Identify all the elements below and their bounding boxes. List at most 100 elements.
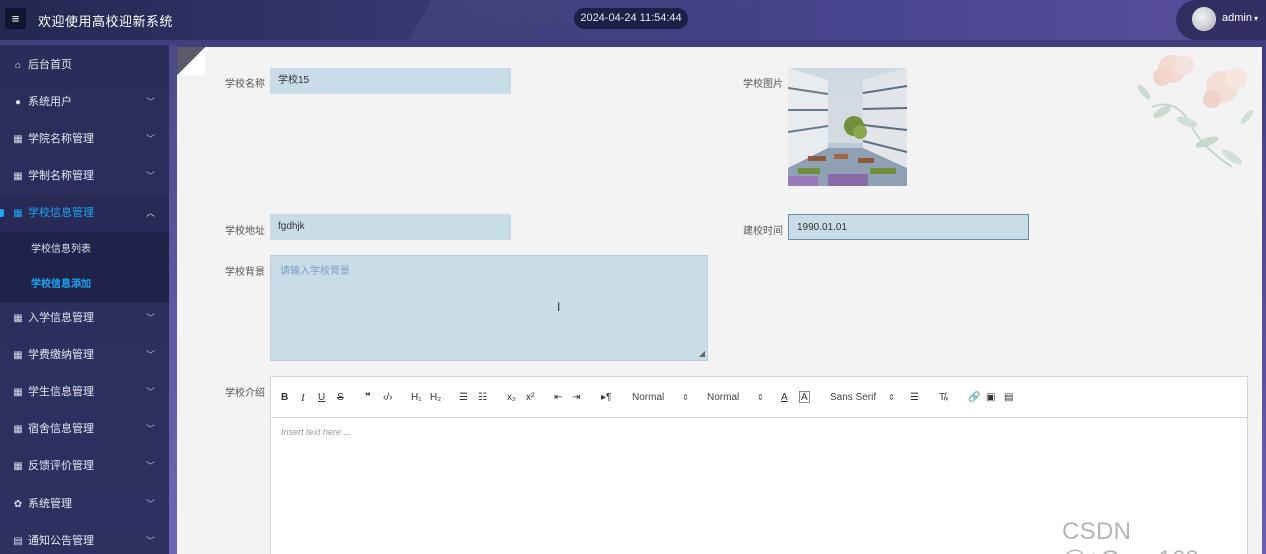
select-arrows-icon: ⇕ (888, 393, 895, 402)
code-block-icon[interactable]: ‹/› (383, 391, 392, 405)
school-image[interactable] (788, 68, 907, 186)
founded-date-input[interactable]: 1990.01.01 (788, 214, 1029, 240)
school-name-input[interactable]: 学校15 (270, 68, 511, 94)
font-select[interactable]: Sans Serif ⇕ (830, 391, 896, 405)
school-image-label: 学校图片 (743, 79, 783, 90)
school-background-textarea[interactable]: 请输入学校背景 I ◢ (270, 255, 708, 361)
chevron-down-icon: ﹀ (145, 350, 155, 360)
sidebar-item-feedback[interactable]: ▦ 反馈评价管理 ﹀ (0, 448, 169, 485)
sidebar-item-tuition[interactable]: ▦ 学费缴纳管理 ﹀ (0, 337, 169, 374)
sidebar-item-label: 后台首页 (28, 59, 72, 71)
sidebar-item-students[interactable]: ▦ 学生信息管理 ﹀ (0, 374, 169, 411)
sidebar-item-system-users[interactable]: ● 系统用户 ﹀ (0, 84, 169, 121)
grid-icon: ▦ (13, 424, 23, 435)
chevron-down-icon: ﹀ (145, 461, 155, 471)
sidebar-item-label: 学制名称管理 (28, 170, 94, 182)
sidebar-item-system-management[interactable]: ✿ 系统管理 ﹀ (0, 486, 169, 523)
chevron-down-icon: ﹀ (145, 97, 155, 107)
sidebar-subitem-label: 学校信息列表 (31, 244, 91, 255)
image-icon[interactable]: ▣ (986, 391, 995, 405)
font-color-icon[interactable]: A (781, 391, 788, 405)
sidebar-item-academic-system[interactable]: ▦ 学制名称管理 ﹀ (0, 158, 169, 195)
italic-icon[interactable]: I (301, 391, 305, 405)
video-icon[interactable]: ▤ (1004, 391, 1013, 405)
sidebar-item-label: 学生信息管理 (28, 386, 94, 398)
ordered-list-icon[interactable]: ☰ (459, 391, 468, 405)
grid-icon: ▦ (13, 350, 23, 361)
flower-decoration (1137, 55, 1254, 168)
header1-icon[interactable]: H₁ (411, 391, 422, 405)
home-icon: ⌂ (14, 60, 22, 71)
sidebar-item-home[interactable]: ⌂ 后台首页 (0, 47, 169, 84)
select-arrows-icon: ⇕ (682, 393, 689, 402)
page-corner-fold (177, 47, 205, 75)
sidebar-subitem-school-add[interactable]: 学校信息添加 (0, 267, 169, 302)
app-title: 欢迎使用高校迎新系统 (38, 14, 174, 29)
sidebar-item-label: 学费缴纳管理 (28, 349, 94, 361)
header2-icon[interactable]: H₂ (430, 391, 441, 405)
avatar[interactable] (1192, 7, 1216, 31)
founded-date-label: 建校时间 (743, 226, 783, 237)
chevron-down-icon: ﹀ (145, 171, 155, 181)
grid-icon: ▦ (13, 387, 23, 398)
header-select[interactable]: Normal ⇕ (632, 391, 690, 405)
school-intro-label: 学校介绍 (225, 388, 265, 399)
grid-icon: ▦ (13, 171, 23, 182)
chevron-down-icon: ﹀ (145, 313, 155, 323)
chevron-up-icon: ︿ (145, 208, 155, 218)
size-select[interactable]: Normal ⇕ (707, 391, 765, 405)
strike-icon[interactable]: S (337, 391, 344, 405)
datetime-display: 2024-04-24 11:54:44 (574, 8, 688, 29)
sidebar-item-label: 学校信息管理 (28, 207, 94, 219)
resize-handle-icon[interactable]: ◢ (699, 349, 705, 358)
text-direction-icon[interactable]: ▸¶ (601, 391, 611, 405)
editor-toolbar: B I U S ❞ ‹/› H₁ H₂ ☰ ☷ x₂ x² ⇤ ⇥ ▸¶ Nor… (271, 377, 1247, 418)
sidebar-item-label: 通知公告管理 (28, 535, 94, 547)
superscript-icon[interactable]: x² (526, 391, 534, 405)
chevron-down-icon: ﹀ (145, 387, 155, 397)
bullet-list-icon[interactable]: ☷ (478, 391, 487, 405)
sidebar-item-label: 反馈评价管理 (28, 460, 94, 472)
sidebar-item-label: 宿舍信息管理 (28, 423, 94, 435)
bold-icon[interactable]: B (281, 391, 288, 405)
link-icon[interactable]: 🔗 (968, 391, 980, 405)
school-name-label: 学校名称 (225, 79, 265, 90)
school-background-label: 学校背景 (225, 267, 265, 278)
sidebar-item-dormitory[interactable]: ▦ 宿舍信息管理 ﹀ (0, 411, 169, 448)
select-arrows-icon: ⇕ (757, 393, 764, 402)
sidebar-item-label: 系统管理 (28, 498, 72, 510)
sidebar-item-announcements[interactable]: ▤ 通知公告管理 ﹀ (0, 523, 169, 554)
indent-decrease-icon[interactable]: ⇤ (554, 391, 562, 405)
school-address-label: 学校地址 (225, 226, 265, 237)
editor-placeholder[interactable]: Insert text here ... (281, 427, 351, 437)
menu-icon[interactable]: ≡ (5, 8, 26, 29)
align-icon[interactable]: ☰ (910, 391, 919, 405)
grid-icon: ▦ (13, 313, 23, 324)
school-address-input[interactable]: fgdhjk (270, 214, 511, 240)
watermark: CSDN @+G_yy163 (1062, 518, 1199, 554)
sidebar-subitem-label: 学校信息添加 (31, 279, 91, 290)
chevron-down-icon: ﹀ (145, 499, 155, 509)
blockquote-icon[interactable]: ❞ (365, 391, 371, 405)
active-indicator (0, 209, 4, 217)
indent-increase-icon[interactable]: ⇥ (572, 391, 580, 405)
main-content: 学校名称 学校15 学校图片 学校地址 fgdhjk 建校时间 1990.01.… (177, 47, 1262, 554)
chevron-down-icon: ﹀ (145, 536, 155, 546)
sidebar-item-college-names[interactable]: ▦ 学院名称管理 ﹀ (0, 121, 169, 158)
sidebar-subitem-school-list[interactable]: 学校信息列表 (0, 232, 169, 267)
layout-divider (169, 45, 177, 554)
text-cursor-icon: I (557, 300, 561, 314)
underline-icon[interactable]: U (318, 391, 325, 405)
subscript-icon[interactable]: x₂ (507, 391, 516, 405)
clear-format-icon[interactable]: T̸ₓ (939, 391, 948, 405)
top-header: ≡ 欢迎使用高校迎新系统 2024-04-24 11:54:44 admin ▾ (0, 0, 1266, 40)
sidebar: ⌂ 后台首页 ● 系统用户 ﹀ ▦ 学院名称管理 ﹀ ▦ 学制名称管理 ﹀ ▦ … (0, 45, 169, 554)
textarea-placeholder: 请输入学校背景 (280, 266, 350, 277)
chevron-down-icon: ﹀ (145, 424, 155, 434)
grid-icon: ▦ (13, 461, 23, 472)
sidebar-item-enrollment[interactable]: ▦ 入学信息管理 ﹀ (0, 300, 169, 337)
user-name[interactable]: admin ▾ (1222, 12, 1258, 24)
sidebar-item-label: 学院名称管理 (28, 133, 94, 145)
sidebar-item-school-info[interactable]: ▦ 学校信息管理 ︿ (0, 195, 169, 232)
background-color-icon[interactable]: A (799, 391, 810, 403)
